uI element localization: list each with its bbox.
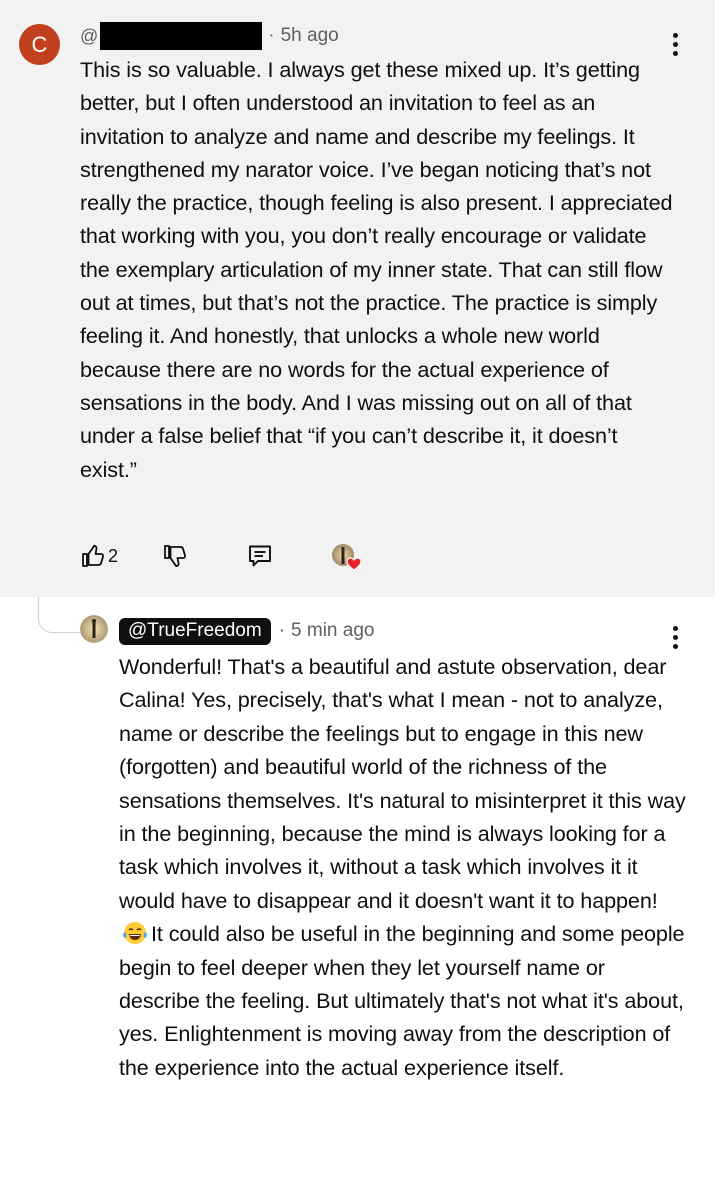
parent-comment: C @ · 5h ago This is so valuable. I alwa… bbox=[0, 0, 715, 597]
creator-heart-icon bbox=[346, 557, 362, 571]
thumbs-down-icon bbox=[164, 545, 187, 568]
reply-button[interactable] bbox=[246, 542, 274, 570]
laughing-tears-emoji-icon bbox=[123, 922, 147, 945]
creator-heart-badge[interactable] bbox=[330, 542, 362, 571]
thread-connector bbox=[38, 597, 81, 633]
like-button[interactable]: 2 bbox=[80, 543, 118, 569]
reply-more-options-icon[interactable] bbox=[673, 626, 679, 649]
truefreedom-avatar-icon bbox=[80, 615, 108, 643]
comment-timestamp[interactable]: 5h ago bbox=[281, 25, 339, 47]
redacted-author-name bbox=[100, 22, 263, 50]
reply-bubble-icon bbox=[249, 545, 271, 567]
reply-avatar[interactable] bbox=[80, 615, 108, 643]
reply-text-part-2: It could also be useful in the beginning… bbox=[119, 921, 685, 1080]
reply-text: Wonderful! That's a beautiful and astute… bbox=[119, 650, 689, 1084]
thumbs-up-icon bbox=[82, 544, 104, 567]
comment-meta: @ · 5h ago bbox=[80, 22, 339, 50]
author-handle-badge[interactable]: @TrueFreedom bbox=[119, 617, 271, 645]
author-handle-prefix[interactable]: @ bbox=[80, 26, 98, 47]
avatar[interactable]: C bbox=[19, 24, 60, 65]
reply-timestamp[interactable]: 5 min ago bbox=[291, 620, 374, 642]
dislike-button[interactable] bbox=[162, 543, 188, 569]
reply-text-part-1: Wonderful! That's a beautiful and astute… bbox=[119, 654, 686, 913]
reply-meta: @TrueFreedom · 5 min ago bbox=[119, 617, 374, 645]
avatar-letter: C bbox=[31, 32, 48, 57]
meta-separator: · bbox=[278, 620, 286, 641]
comment-actions: 2 bbox=[80, 538, 362, 574]
like-count: 2 bbox=[108, 545, 119, 566]
comment-text: This is so valuable. I always get these … bbox=[80, 57, 673, 482]
meta-separator: · bbox=[268, 25, 275, 46]
